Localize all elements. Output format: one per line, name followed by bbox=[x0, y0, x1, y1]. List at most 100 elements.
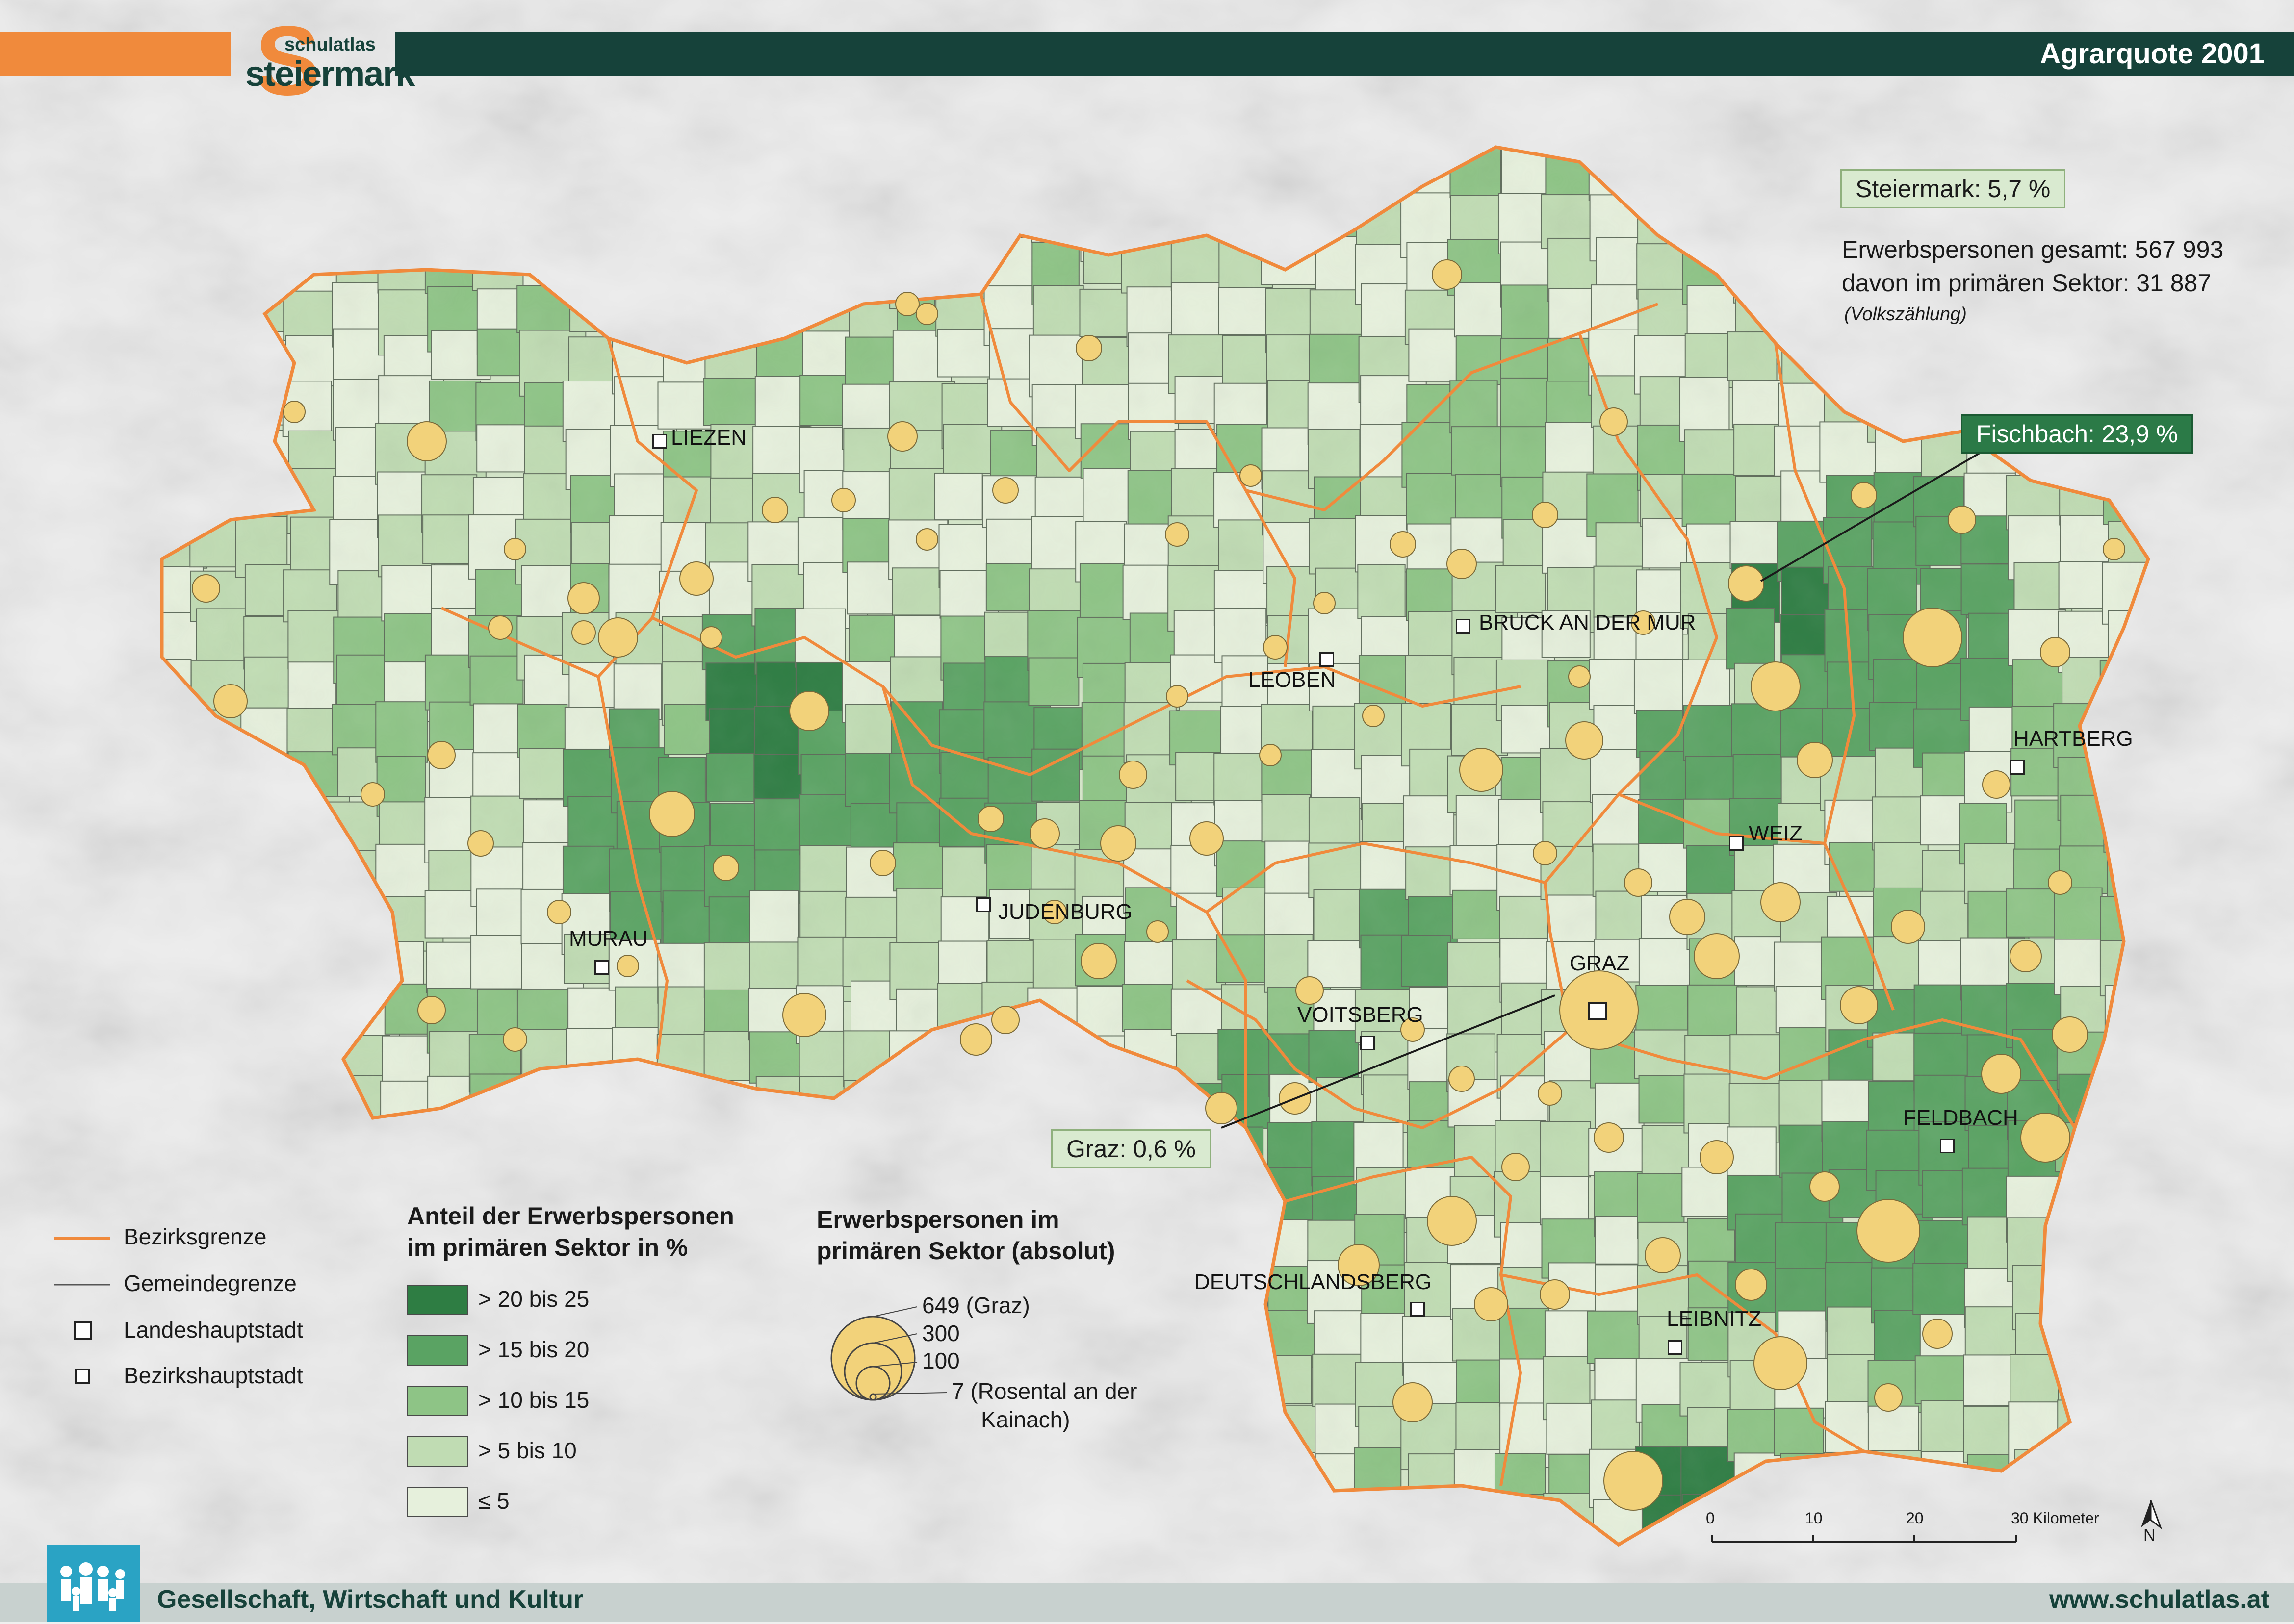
municipality-bubble bbox=[1533, 841, 1557, 865]
municipality-bubble bbox=[1259, 744, 1282, 766]
municipality-bubble bbox=[1390, 531, 1416, 558]
municipality-bubble bbox=[571, 620, 596, 645]
municipality-bubble bbox=[1753, 1336, 1807, 1390]
municipality-bubble bbox=[978, 806, 1004, 832]
page-title: Agrarquote 2001 bbox=[2040, 38, 2265, 70]
legend-class-label: ≤ 5 bbox=[478, 1488, 510, 1514]
legend-class-label: > 10 bis 15 bbox=[478, 1387, 590, 1413]
municipality-bubble bbox=[1809, 1171, 1840, 1202]
city-label-bruck: BRUCK AN DER MUR bbox=[1479, 610, 1696, 634]
district-capital-marker bbox=[1729, 836, 1744, 851]
city-label-voitsberg: VOITSBERG bbox=[1297, 1003, 1423, 1027]
legend-bubble-title-1: Erwerbspersonen im bbox=[817, 1206, 1059, 1233]
municipality-bubble bbox=[427, 741, 456, 769]
legend-class-swatch bbox=[407, 1487, 468, 1517]
municipality-bubble bbox=[1392, 1382, 1433, 1422]
municipality-bubble bbox=[1856, 1199, 1920, 1263]
municipality-bubble bbox=[617, 955, 639, 977]
municipality-bubble bbox=[1448, 1066, 1475, 1092]
municipality-bubble bbox=[895, 292, 920, 316]
footer-url[interactable]: www.schulatlas.at bbox=[2049, 1585, 2269, 1614]
municipality-bubble bbox=[2103, 538, 2125, 560]
municipality-bubble bbox=[1891, 910, 1925, 944]
municipality-bubble bbox=[1459, 748, 1503, 792]
municipality-bubble bbox=[991, 1006, 1020, 1034]
legend-class-label: > 5 bis 10 bbox=[478, 1438, 577, 1463]
municipality-bubble bbox=[1205, 1092, 1237, 1124]
logo-small-text: schulatlas bbox=[284, 34, 376, 55]
municipality-bubble bbox=[2052, 1016, 2088, 1053]
municipality-bubble bbox=[1119, 761, 1147, 789]
footer-topic: Gesellschaft, Wirtschaft und Kultur bbox=[157, 1585, 584, 1614]
city-label-hartberg: HARTBERG bbox=[2013, 727, 2133, 751]
municipality-bubble bbox=[547, 900, 571, 924]
state-capital-marker bbox=[1588, 1002, 1607, 1020]
municipality-bubble bbox=[283, 401, 306, 423]
legend-choropleth-title-1: Anteil der Erwerbspersonen bbox=[407, 1202, 734, 1230]
municipality-bubble bbox=[1669, 899, 1705, 935]
municipality-bubble bbox=[1532, 502, 1558, 528]
legend-bubble-label-300: 300 bbox=[922, 1320, 960, 1346]
primary-sector-total: davon im primären Sektor: 31 887 bbox=[1842, 269, 2212, 297]
city-label-liezen: LIEZEN bbox=[671, 426, 747, 450]
municipality-bubble bbox=[1603, 1451, 1663, 1511]
graz-callout: Graz: 0,6 % bbox=[1051, 1129, 1211, 1168]
legend-class-swatch bbox=[407, 1386, 468, 1416]
legend-choropleth-title-2: im primären Sektor in % bbox=[407, 1234, 688, 1261]
municipality-bubble bbox=[1594, 1122, 1624, 1153]
scale-label-30: 30 Kilometer bbox=[2011, 1509, 2099, 1527]
municipality-bubble bbox=[1624, 868, 1652, 897]
municipality-bubble bbox=[1100, 825, 1136, 862]
district-capital-marker bbox=[594, 960, 609, 975]
legend-class-swatch bbox=[407, 1335, 468, 1366]
district-capital-marker bbox=[652, 434, 667, 449]
legend-bubble-label-100: 100 bbox=[922, 1348, 960, 1373]
legend-district-capital-marker bbox=[75, 1369, 90, 1384]
municipality-bubble bbox=[1474, 1287, 1508, 1321]
municipality-bubble bbox=[789, 691, 829, 731]
municipality-bubble bbox=[1760, 882, 1801, 922]
municipality-bubble bbox=[2020, 1113, 2070, 1163]
municipality-bubble bbox=[916, 303, 938, 325]
city-label-judenburg: JUDENBURG bbox=[998, 900, 1133, 924]
legend-bubble-label-7: 7 (Rosental an der bbox=[952, 1378, 1137, 1404]
municipality-bubble bbox=[649, 791, 695, 837]
municipality-bubble bbox=[1501, 1153, 1530, 1181]
municipality-bubble bbox=[762, 497, 788, 523]
schulatlas-logo[interactable]: S schulatlas steiermark bbox=[240, 12, 415, 110]
municipality-bubble bbox=[1076, 335, 1102, 361]
city-label-deutschlandsberg: DEUTSCHLANDSBERG bbox=[1194, 1270, 1432, 1294]
state-total-box: Steiermark: 5,7 % bbox=[1840, 169, 2066, 208]
legend-district-label: Bezirksgrenze bbox=[124, 1224, 267, 1249]
people-icon bbox=[47, 1545, 140, 1622]
municipality-bubble bbox=[1081, 943, 1117, 979]
municipality-bubble bbox=[1565, 721, 1603, 760]
municipality-bubble bbox=[598, 617, 638, 658]
municipality-bubble bbox=[887, 421, 918, 452]
municipality-bubble bbox=[1874, 1383, 1903, 1412]
city-label-feldbach: FELDBACH bbox=[1903, 1106, 2018, 1130]
municipality-bubble bbox=[1165, 522, 1189, 547]
legend-bubble-label-7-cont: Kainach) bbox=[981, 1407, 1070, 1432]
municipality-bubble bbox=[213, 684, 248, 718]
municipality-bubble bbox=[1948, 506, 1976, 534]
municipality-bubble bbox=[1903, 608, 1962, 667]
municipality-bubble bbox=[1568, 665, 1591, 688]
scale-label-0: 0 bbox=[1706, 1509, 1715, 1527]
header-bar bbox=[395, 32, 2294, 76]
municipality-bubble bbox=[361, 782, 385, 807]
municipality-bubble bbox=[1728, 565, 1764, 602]
scale-label-10: 10 bbox=[1805, 1509, 1823, 1527]
municipality-bubble bbox=[1840, 986, 1878, 1024]
municipality-bubble bbox=[1427, 1196, 1477, 1246]
district-capital-marker bbox=[1456, 619, 1470, 634]
municipality-bubble bbox=[1922, 1319, 1953, 1349]
scale-label-20: 20 bbox=[1906, 1509, 1924, 1527]
municipality-bubble bbox=[1239, 464, 1262, 487]
district-capital-marker bbox=[1319, 652, 1334, 667]
source-note: (Volkszählung) bbox=[1844, 304, 1967, 325]
municipality-bubble bbox=[2010, 940, 2042, 972]
north-label: N bbox=[2143, 1526, 2156, 1545]
municipality-bubble bbox=[1263, 635, 1288, 660]
city-label-weiz: WEIZ bbox=[1749, 821, 1803, 845]
